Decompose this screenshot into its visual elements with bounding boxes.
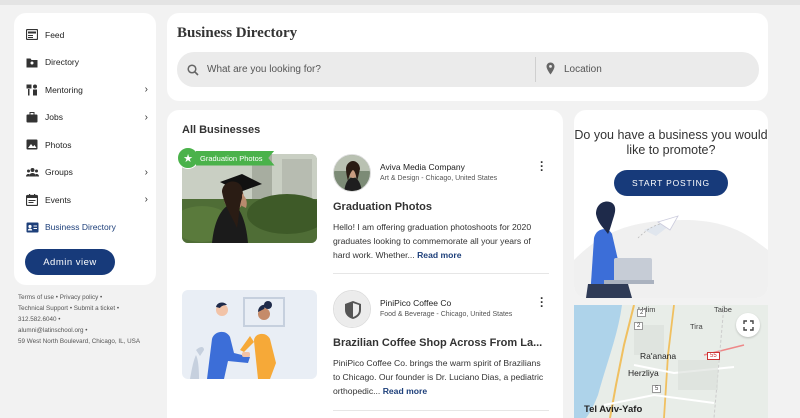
business-card-icon: [25, 221, 39, 233]
business-title[interactable]: Graduation Photos: [333, 201, 432, 213]
company-name[interactable]: PiniPico Coffee Co: [380, 298, 451, 308]
chevron-right-icon: ›: [144, 166, 148, 178]
company-avatar[interactable]: [333, 154, 371, 192]
chevron-right-icon: ›: [144, 194, 148, 206]
description-text: PiniPico Coffee Co. brings the warm spir…: [333, 358, 544, 396]
business-description: PiniPico Coffee Co. brings the warm spir…: [333, 356, 545, 398]
promo-question: Do you have a business you would like to…: [574, 128, 768, 157]
photo-icon: [25, 139, 39, 151]
map-label-taibe: Taibe: [714, 305, 732, 314]
business-card[interactable]: PiniPico Coffee Co Food & Beverage - Chi…: [182, 290, 550, 400]
terms-link[interactable]: Terms of use: [18, 294, 54, 301]
fullscreen-button[interactable]: [736, 313, 760, 337]
directory-folder-icon: [25, 56, 39, 68]
chevron-right-icon: ›: [144, 84, 148, 96]
sidebar-item-label: Business Directory: [45, 222, 116, 233]
sidebar-nav: Feed Directory Mentoring › Jobs › Photos…: [14, 13, 156, 285]
map-label-tel-aviv: Tel Aviv-Yafo: [584, 404, 643, 415]
footer-dot: •: [100, 294, 103, 301]
business-title[interactable]: Brazilian Coffee Shop Across From La...: [333, 337, 542, 349]
footer-dot: •: [58, 316, 61, 323]
sidebar-item-business-directory[interactable]: Business Directory: [14, 214, 156, 242]
sidebar-item-feed[interactable]: Feed: [14, 21, 156, 49]
business-photo[interactable]: [182, 290, 317, 379]
promote-business-card: Do you have a business you would like to…: [574, 110, 768, 298]
directory-header: Business Directory: [167, 13, 768, 101]
sidebar-item-events[interactable]: Events ›: [14, 186, 156, 214]
sidebar-item-label: Feed: [45, 29, 65, 40]
email-link[interactable]: alumni@latinschool.org: [18, 327, 84, 334]
ticket-link[interactable]: Submit a ticket: [74, 305, 115, 312]
map-view[interactable]: Udim Taibe Tira Ra'anana Herzliya Tel Av…: [574, 305, 768, 418]
business-description: Hello! I am offering graduation photosho…: [333, 220, 545, 262]
sidebar-item-label: Mentoring: [45, 84, 83, 95]
search-bar: [177, 52, 759, 87]
start-posting-button[interactable]: START POSTING: [614, 170, 728, 196]
search-icon: [187, 63, 199, 81]
footer-links: Terms of use • Privacy policy • Technica…: [18, 292, 158, 347]
sidebar-item-label: Jobs: [45, 112, 63, 123]
tag-label: Graduation Photos: [196, 150, 275, 166]
search-divider: [535, 57, 536, 82]
read-more-link[interactable]: Read more: [417, 250, 461, 260]
map-label-herzliya: Herzliya: [628, 368, 659, 378]
category-tag: ★ Graduation Photos: [177, 147, 275, 169]
admin-view-button[interactable]: Admin view: [25, 249, 115, 275]
route-badge: 2: [637, 309, 647, 317]
read-more-link[interactable]: Read more: [383, 386, 427, 396]
sidebar-item-photos[interactable]: Photos: [14, 131, 156, 159]
phone-link[interactable]: 312.582.6040: [18, 316, 57, 323]
route-badge: 2: [634, 322, 644, 330]
search-input[interactable]: [207, 60, 507, 79]
company-category: Food & Beverage - Chicago, United States: [380, 311, 513, 318]
fullscreen-icon: [742, 319, 754, 331]
briefcase-icon: [25, 111, 39, 123]
location-pin-icon: [546, 62, 555, 80]
footer-dot: •: [85, 327, 88, 334]
map-label-raanana: Ra'anana: [640, 351, 677, 361]
sidebar-item-directory[interactable]: Directory: [14, 49, 156, 77]
address-text: 59 West North Boulevard, Chicago, IL, US…: [18, 338, 141, 345]
map-label-tira: Tira: [690, 322, 703, 331]
divider: [333, 410, 549, 411]
page-title: Business Directory: [177, 25, 298, 41]
more-options-icon[interactable]: · · ·: [538, 156, 546, 176]
business-card[interactable]: ★ Graduation Photos Aviva Media Company …: [177, 147, 550, 274]
company-avatar[interactable]: [333, 290, 371, 328]
sidebar-item-label: Groups: [45, 167, 73, 178]
company-category: Art & Design - Chicago, United States: [380, 175, 498, 182]
location-input[interactable]: [564, 60, 744, 79]
divider: [333, 273, 549, 274]
mentoring-icon: [25, 84, 39, 96]
company-name[interactable]: Aviva Media Company: [380, 162, 465, 172]
sidebar-item-label: Events: [45, 194, 71, 205]
sidebar-item-label: Photos: [45, 139, 72, 150]
star-icon: ★: [177, 147, 199, 169]
more-options-icon[interactable]: · · ·: [538, 292, 546, 312]
list-title: All Businesses: [182, 124, 261, 136]
sidebar-item-mentoring[interactable]: Mentoring ›: [14, 76, 156, 104]
support-link[interactable]: Technical Support: [18, 305, 68, 312]
route-badge: 55: [707, 352, 720, 360]
route-badge: 5: [652, 385, 662, 393]
groups-icon: [25, 166, 39, 178]
feed-icon: [25, 29, 39, 41]
sidebar-item-groups[interactable]: Groups ›: [14, 159, 156, 187]
privacy-link[interactable]: Privacy policy: [60, 294, 99, 301]
sidebar-item-label: Directory: [45, 57, 80, 68]
calendar-icon: [25, 193, 39, 206]
chevron-right-icon: ›: [144, 111, 148, 123]
sidebar-item-jobs[interactable]: Jobs ›: [14, 104, 156, 132]
footer-dot: •: [116, 305, 120, 312]
top-strip: [0, 0, 800, 5]
business-list: All Businesses ★ Graduation Photos Aviva…: [167, 110, 563, 418]
